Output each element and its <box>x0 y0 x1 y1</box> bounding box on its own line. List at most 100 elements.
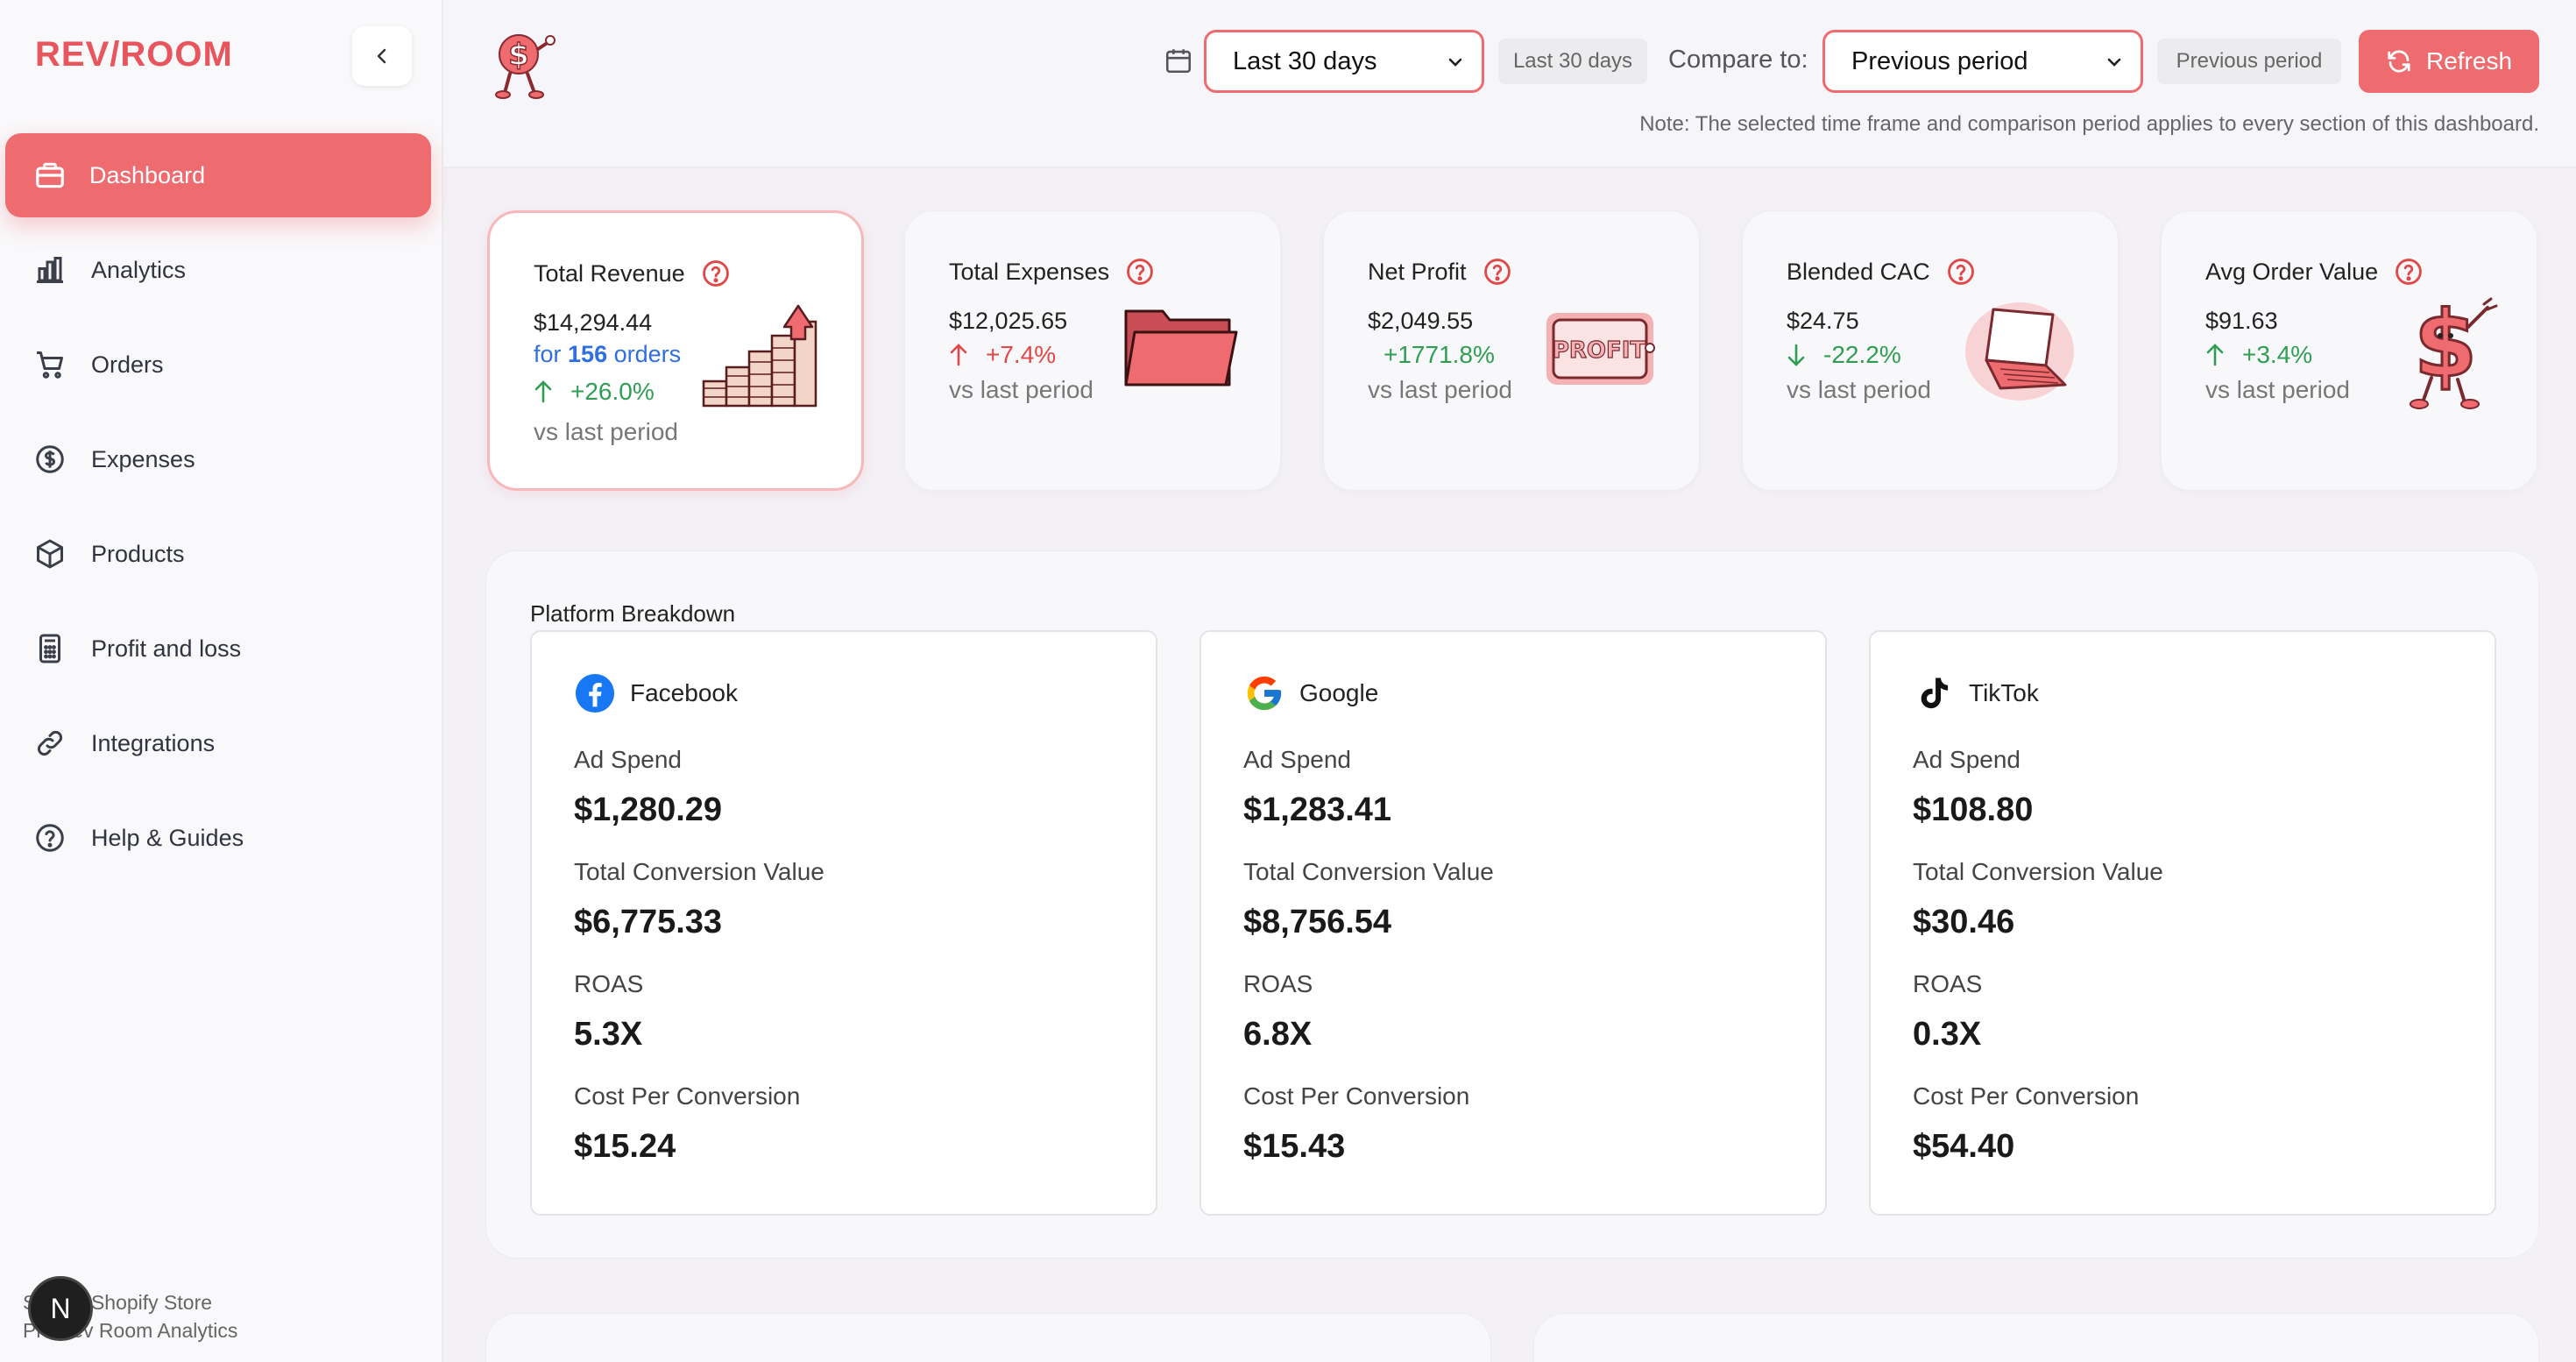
platform-name: TikTok <box>1969 679 2039 706</box>
section-title: Platform Breakdown <box>530 600 736 627</box>
sidebar-item-label: Products <box>91 540 185 567</box>
metric-title: Net Profit <box>1368 257 1512 287</box>
time-frame-note: Note: The selected time frame and compar… <box>1639 112 2539 136</box>
cost-per-conversion-value: $54.40 <box>1913 1128 2015 1165</box>
conversion-value-label: Total Conversion Value <box>1913 858 2163 885</box>
arrow-up-icon <box>949 344 968 366</box>
metric-title: Total Revenue <box>534 259 731 288</box>
metric-vs-label: vs last period <box>1368 376 1512 403</box>
roas-label: ROAS <box>574 970 644 997</box>
sidebar-item-integrations[interactable]: Integrations <box>5 701 431 785</box>
sidebar-item-label: Dashboard <box>89 161 206 188</box>
platform-card-google: Google Ad Spend $1,283.41 Total Conversi… <box>1200 630 1827 1216</box>
cart-icon <box>32 346 68 383</box>
time-frame-badge: Last 30 days <box>1498 39 1647 84</box>
platform-name: Facebook <box>630 679 738 706</box>
orders-count: 156 <box>568 341 608 367</box>
metric-title: Avg Order Value <box>2205 257 2424 287</box>
conversion-value: $8,756.54 <box>1243 904 1392 940</box>
sidebar-item-products[interactable]: Products <box>5 512 431 596</box>
sidebar-item-profit-and-loss[interactable]: Profit and loss <box>5 607 431 691</box>
sidebar-item-label: Profit and loss <box>91 635 242 662</box>
help-circle-icon[interactable] <box>2394 257 2424 287</box>
sidebar-item-help-guides[interactable]: Help & Guides <box>5 796 431 880</box>
metric-value: $12,025.65 <box>949 308 1068 334</box>
conversion-value-label: Total Conversion Value <box>574 858 824 885</box>
roas-label: ROAS <box>1243 970 1313 997</box>
platform-card-facebook: Facebook Ad Spend $1,280.29 Total Conver… <box>530 630 1157 1216</box>
sidebar-item-label: Orders <box>91 351 164 378</box>
sidebar-item-label: Integrations <box>91 729 216 756</box>
time-frame-select[interactable]: Last 30 days <box>1204 30 1484 93</box>
platform-header: Google <box>1243 672 1378 714</box>
platform-header: Facebook <box>574 672 738 714</box>
metric-card-avg-order-value[interactable]: Avg Order Value $91.63 +3.4% vs last per… <box>2161 210 2537 491</box>
link-icon <box>32 725 68 762</box>
conversion-value: $30.46 <box>1913 904 2015 940</box>
metric-vs-label: vs last period <box>1787 376 1931 403</box>
sidebar-item-expenses[interactable]: Expenses <box>5 417 431 501</box>
dollar-mascot-icon: $ <box>487 23 557 104</box>
chevron-down-icon <box>2107 58 2121 67</box>
cost-per-conversion-label: Cost Per Conversion <box>1243 1082 1470 1110</box>
folder-icon <box>1122 302 1240 394</box>
platform-header: TikTok <box>1913 672 2039 714</box>
metric-vs-label: vs last period <box>949 376 1093 403</box>
arrow-down-icon <box>1787 344 1806 366</box>
arrow-up-icon <box>534 380 553 403</box>
help-circle-icon[interactable] <box>1946 257 1976 287</box>
compare-period-value: Previous period <box>1851 46 2028 75</box>
chevron-left-icon <box>377 48 386 64</box>
calculator-icon <box>32 630 68 667</box>
top-bar: $ Last 30 days Last 30 days Compare to: … <box>443 0 2576 168</box>
svg-text:PROFIT: PROFIT <box>1553 337 1646 364</box>
roas-value: 0.3X <box>1913 1016 1982 1053</box>
sidebar-item-label: Expenses <box>91 445 195 472</box>
chevron-down-icon <box>1448 58 1462 67</box>
profit-sign-icon: PROFIT <box>1543 309 1657 393</box>
conversion-value: $6,775.33 <box>574 904 723 940</box>
metric-change: +7.4% <box>949 341 1056 369</box>
metric-card-total-expenses[interactable]: Total Expenses $12,025.65 +7.4% vs last … <box>904 210 1281 491</box>
metric-vs-label: vs last period <box>534 418 678 445</box>
revenue-stairs-icon <box>700 301 819 414</box>
refresh-button[interactable]: Refresh <box>2359 30 2539 93</box>
metric-card-total-revenue[interactable]: Total Revenue $14,294.44 for 156 orders … <box>487 210 864 491</box>
cost-per-conversion-value: $15.43 <box>1243 1128 1346 1165</box>
user-avatar[interactable]: N <box>28 1276 93 1341</box>
metric-card-blended-cac[interactable]: Blended CAC $24.75 -22.2% vs last period <box>1742 210 2119 491</box>
tiktok-icon <box>1913 672 1955 714</box>
box-icon <box>32 536 68 572</box>
metric-card-net-profit[interactable]: Net Profit $2,049.55 +1771.8% vs last pe… <box>1323 210 1700 491</box>
conversion-value-label: Total Conversion Value <box>1243 858 1494 885</box>
sidebar-item-analytics[interactable]: Analytics <box>5 228 431 312</box>
metric-value: $14,294.44 <box>534 309 653 336</box>
help-circle-icon[interactable] <box>1125 257 1155 287</box>
sidebar-item-orders[interactable]: Orders <box>5 323 431 407</box>
sidebar-item-dashboard[interactable]: Dashboard <box>5 133 431 217</box>
platform-card-tiktok: TikTok Ad Spend $108.80 Total Conversion… <box>1869 630 2496 1216</box>
refresh-icon <box>2386 48 2412 74</box>
orders-link[interactable]: for 156 orders <box>534 341 681 368</box>
roas-value: 6.8X <box>1243 1016 1313 1053</box>
compare-period-select[interactable]: Previous period <box>1822 30 2143 93</box>
bottom-card-right <box>1533 1313 2539 1362</box>
help-circle-icon[interactable] <box>1483 257 1512 287</box>
metric-change: +3.4% <box>2205 341 2312 369</box>
compare-label: Compare to: <box>1668 46 1808 74</box>
platform-name: Google <box>1299 679 1379 706</box>
ad-spend-label: Ad Spend <box>1913 746 2020 773</box>
collapse-sidebar-button[interactable] <box>352 26 412 86</box>
help-circle-icon[interactable] <box>701 259 731 288</box>
dollar-mascot-icon: $ <box>2400 290 2502 415</box>
cost-per-conversion-value: $15.24 <box>574 1128 676 1165</box>
metric-value: $24.75 <box>1787 308 1859 334</box>
roas-label: ROAS <box>1913 970 1983 997</box>
laptop-icon <box>1962 297 2076 407</box>
ad-spend-label: Ad Spend <box>1243 746 1351 773</box>
metric-change: -22.2% <box>1787 341 1901 369</box>
calendar-icon <box>1164 46 1193 80</box>
ad-spend-value: $1,283.41 <box>1243 791 1392 828</box>
ad-spend-label: Ad Spend <box>574 746 682 773</box>
metric-title: Blended CAC <box>1787 257 1976 287</box>
